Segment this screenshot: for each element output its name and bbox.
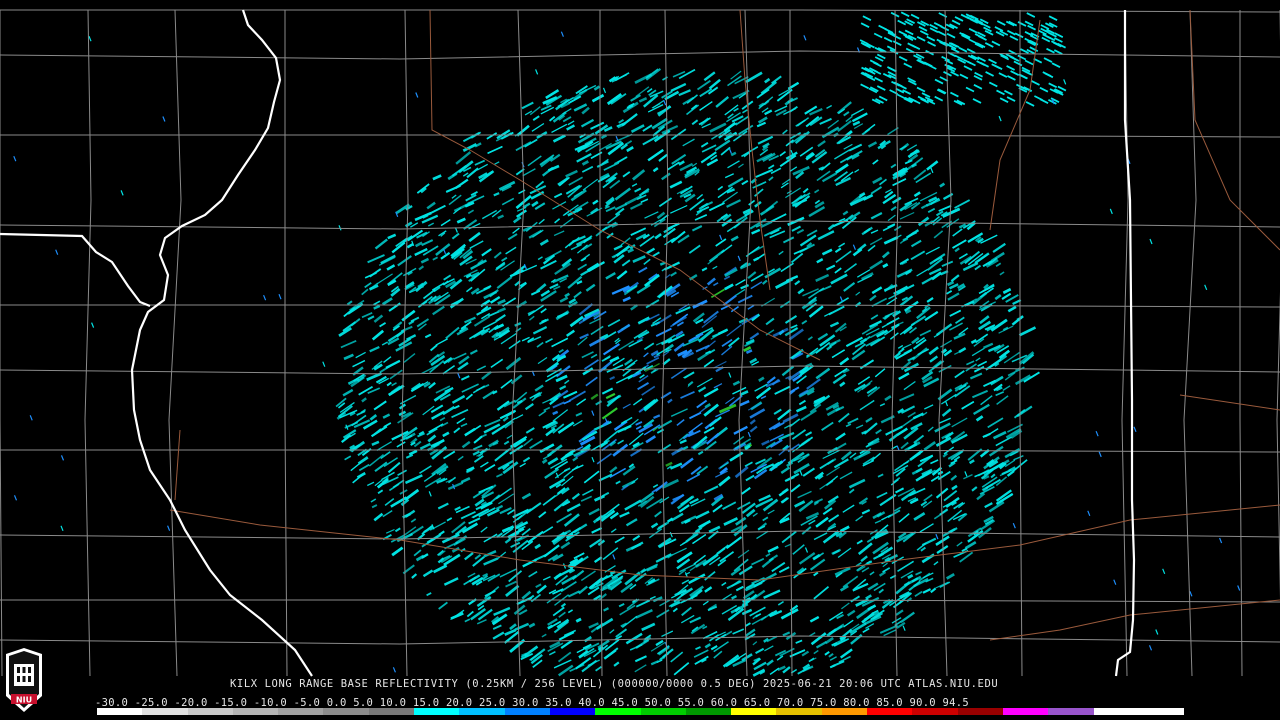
county-line <box>0 530 1280 540</box>
reflectivity-echoes <box>13 11 1241 677</box>
colorbar-swatch <box>187 708 233 715</box>
colorbar-swatch <box>731 708 777 715</box>
colorbar-swatch <box>459 708 505 715</box>
highway-line <box>989 19 1041 231</box>
county-line <box>168 9 182 677</box>
niu-logo: NIU <box>6 648 42 712</box>
colorbar-swatch <box>1138 708 1185 715</box>
highway-line <box>169 504 1280 581</box>
county-line <box>84 9 92 677</box>
colorbar-swatch <box>232 708 279 715</box>
colorbar-swatch <box>368 708 415 715</box>
highway-line <box>989 599 1280 641</box>
county-line <box>0 134 1280 138</box>
missouri-iowa-border <box>0 232 151 308</box>
colorbar-swatch <box>323 708 369 715</box>
radar-caption: KILX LONG RANGE BASE REFLECTIVITY (0.25K… <box>230 678 999 690</box>
colorbar-swatch <box>595 708 641 715</box>
colorbar-swatch <box>414 708 460 715</box>
county-line <box>0 9 1280 13</box>
county-line <box>599 10 603 677</box>
county-line <box>0 599 1280 603</box>
colorbar-swatch <box>912 708 958 715</box>
county-line <box>0 304 1280 308</box>
colorbar-swatch <box>1048 708 1094 715</box>
colorbar-swatch <box>776 708 822 715</box>
highway-line <box>429 9 821 361</box>
highway-line <box>1189 9 1280 251</box>
county-line <box>284 10 288 677</box>
svg-text:NIU: NIU <box>16 696 32 705</box>
colorbar-swatch <box>142 708 188 715</box>
highway-line <box>1179 394 1280 411</box>
colorbar-swatch <box>640 708 686 715</box>
highways <box>169 9 1280 641</box>
highway-line <box>174 429 181 501</box>
colorbar-swatch <box>685 708 732 715</box>
colorbar-swatch <box>97 708 143 715</box>
colorbar-swatch <box>821 708 868 715</box>
colorbar-swatch <box>957 708 1003 715</box>
radar-map <box>0 9 1280 677</box>
county-line <box>0 10 3 677</box>
colorbar-swatch <box>867 708 913 715</box>
county-line <box>1239 10 1243 677</box>
radar-site <box>672 377 688 393</box>
reflectivity-colorbar <box>97 708 1185 715</box>
county-borders <box>0 9 1280 677</box>
county-line <box>0 635 1280 645</box>
colorbar-swatch <box>278 708 324 715</box>
colorbar-swatch <box>549 708 596 715</box>
colorbar-swatch <box>1093 708 1139 715</box>
colorbar-swatch <box>1002 708 1049 715</box>
county-line <box>0 50 1280 60</box>
colorbar-swatch <box>504 708 550 715</box>
